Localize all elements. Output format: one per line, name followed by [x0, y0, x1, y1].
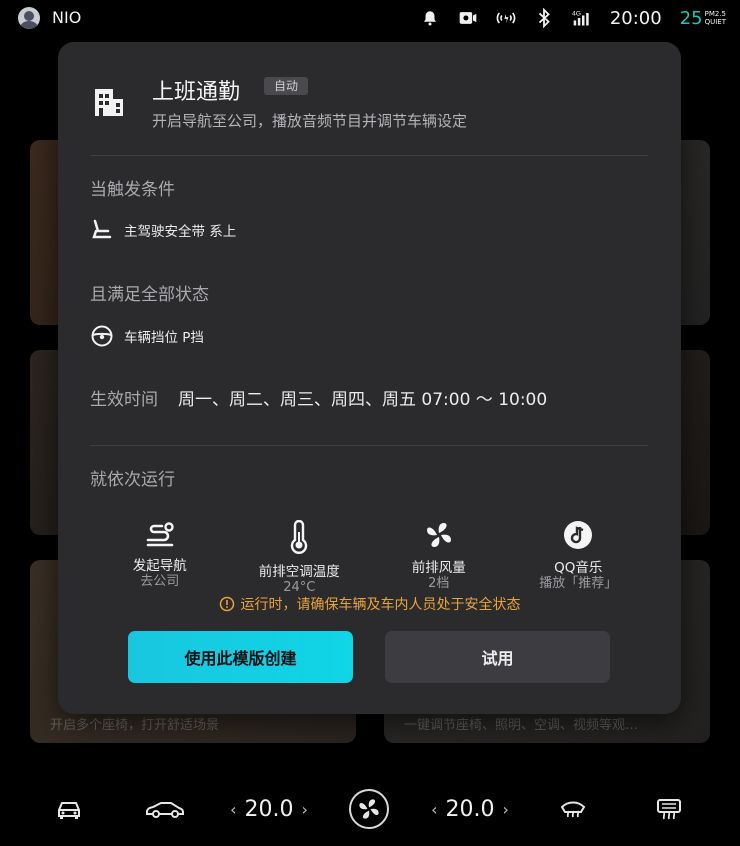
bottom-dock: ‹ 20.0 › ‹ 20.0 ›: [0, 770, 740, 846]
status-icons: 4G 20:00 25 PM2.5 QUIET: [420, 6, 726, 30]
action-item-navigation: 发起导航 去公司: [90, 520, 230, 590]
run-section-label: 就依次运行: [90, 470, 175, 490]
action-list: 发起导航 去公司 前排空调温度 24°C 前排风量 2档 QQ音乐 播放「推荐」: [90, 520, 649, 595]
dialog-title: 上班通勤: [152, 80, 241, 105]
state-condition: 车辆挡位 P挡: [90, 324, 204, 348]
action-name: 发起导航: [132, 558, 187, 574]
navigation-route-icon: [143, 520, 177, 548]
fan-control[interactable]: [348, 788, 390, 830]
driver-temperature-control: ‹ 20.0 ›: [228, 788, 310, 830]
try-button[interactable]: 试用: [385, 631, 610, 683]
temp-increase-button[interactable]: ›: [301, 800, 307, 819]
action-name: 前排风量: [411, 560, 466, 576]
action-item-qq-music: QQ音乐 播放「推荐」: [509, 520, 649, 591]
rear-defrost-icon[interactable]: [654, 788, 684, 830]
aqi-label-top: PM2.5: [704, 10, 726, 18]
thermometer-icon: [282, 520, 316, 554]
action-name: QQ音乐: [554, 560, 603, 576]
car-icon[interactable]: [50, 788, 88, 830]
action-name: 前排空调温度: [258, 564, 340, 580]
action-detail: 2档: [428, 576, 450, 591]
user-avatar[interactable]: [18, 7, 40, 29]
aqi-label: PM2.5 QUIET: [705, 10, 726, 26]
action-detail: 去公司: [140, 574, 180, 589]
passenger-temperature-control: ‹ 20.0 ›: [429, 788, 511, 830]
state-section-label: 且满足全部状态: [90, 285, 209, 305]
fan-icon[interactable]: [349, 789, 389, 829]
car-side-icon[interactable]: [143, 788, 187, 830]
background-card-caption: 一键调节座椅、照明、空调、视频等观…: [404, 718, 639, 733]
passenger-temperature-value: 20.0: [445, 796, 495, 822]
aqi-label-bottom: QUIET: [704, 18, 726, 26]
effective-time-value: 周一、周二、周三、周四、周五 07:00 ～ 10:00: [178, 390, 548, 410]
safety-warning-text: 运行时，请确保车辆及车内人员处于安全状态: [240, 597, 521, 613]
qq-music-icon: [561, 520, 595, 550]
temp-decrease-button[interactable]: ‹: [230, 800, 236, 819]
scene-template-dialog: 上班通勤 自动 开启导航至公司，播放音频节目并调节车辆设定 当触发条件 主驾驶安…: [58, 42, 681, 714]
office-building-icon: [93, 86, 125, 118]
state-condition-text: 车辆挡位 P挡: [124, 330, 204, 346]
network-type-label: 4G: [572, 11, 581, 18]
bluetooth-icon[interactable]: [534, 8, 554, 28]
effective-time-row: 生效时间 周一、周二、周三、周四、周五 07:00 ～ 10:00: [90, 385, 547, 410]
fan-icon: [422, 520, 456, 550]
action-item-fan-speed: 前排风量 2档: [369, 520, 509, 591]
action-item-ac-temperature: 前排空调温度 24°C: [230, 520, 370, 595]
brand-label: NIO: [52, 8, 82, 27]
action-detail: 播放「推荐」: [539, 576, 618, 591]
driver-temperature-value: 20.0: [244, 796, 294, 822]
steering-wheel-icon: [90, 324, 114, 348]
trigger-section-label: 当触发条件: [90, 180, 175, 200]
dialog-subtitle: 开启导航至公司，播放音频节目并调节车辆设定: [152, 112, 468, 130]
warning-icon: [219, 596, 234, 612]
trigger-condition-text: 主驾驶安全带 系上: [124, 224, 237, 240]
clock-time: 20:00: [609, 7, 662, 29]
aqi-value: 25: [679, 7, 703, 29]
camera-record-icon[interactable]: [458, 8, 478, 28]
safety-warning: 运行时，请确保车辆及车内人员处于安全状态: [58, 594, 681, 614]
seatbelt-icon: [90, 218, 114, 242]
divider: [90, 155, 648, 156]
temp-decrease-button[interactable]: ‹: [431, 800, 437, 819]
trigger-condition: 主驾驶安全带 系上: [90, 218, 236, 242]
front-defrost-icon[interactable]: [558, 788, 588, 830]
air-quality-indicator[interactable]: 25 PM2.5 QUIET: [680, 8, 726, 29]
signal-wave-icon: [496, 8, 516, 28]
cellular-signal-icon: 4G: [572, 8, 592, 28]
divider: [90, 445, 648, 446]
bell-icon[interactable]: [420, 8, 440, 28]
effective-time-label: 生效时间: [90, 390, 158, 410]
background-card-caption: 开启多个座椅，打开舒适场景: [50, 718, 220, 733]
status-bar: NIO 4G 20:00 25 PM2.5 QUIET: [0, 0, 740, 36]
auto-tag-badge: 自动: [264, 77, 309, 95]
temp-increase-button[interactable]: ›: [502, 800, 508, 819]
create-from-template-button[interactable]: 使用此模版创建: [128, 631, 353, 683]
